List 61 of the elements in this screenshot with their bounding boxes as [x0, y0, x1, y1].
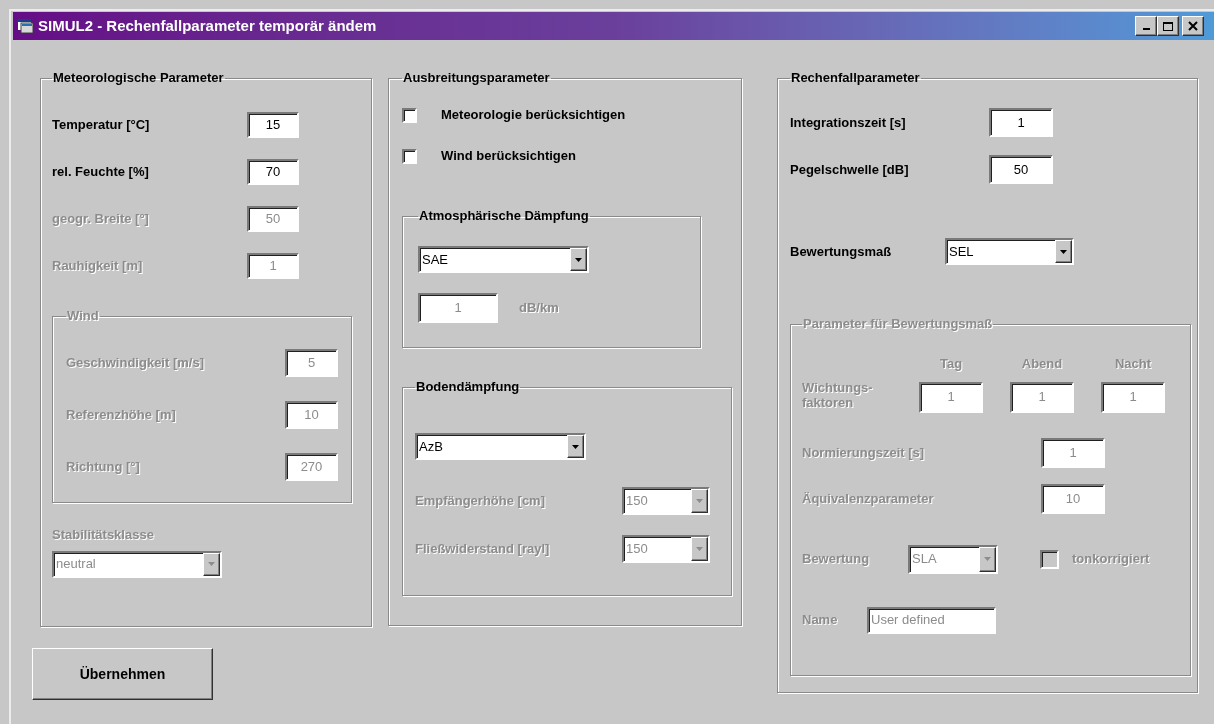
maximize-button[interactable] [1157, 16, 1179, 36]
window-title: SIMUL2 - Rechenfallparameter temporär ändem [38, 15, 377, 36]
close-button[interactable] [1182, 16, 1204, 36]
column-header: Nacht [1114, 355, 1152, 373]
minimize-button[interactable] [1135, 16, 1157, 36]
field-label: Geschwindigkeit [m/s] [66, 354, 205, 373]
checkbox[interactable] [402, 107, 417, 123]
group-title: Parameter für Bewertungsmaß [802, 316, 994, 332]
field-label: Pegelschwelle [dB] [790, 160, 910, 179]
group-title: Bodendämpfung [415, 379, 521, 395]
input-field[interactable]: 1 [989, 108, 1053, 137]
app-icon [18, 19, 33, 33]
dropdown[interactable]: SAE [418, 246, 589, 273]
field-label: Name [802, 611, 839, 630]
input-field[interactable]: 15 [247, 112, 299, 138]
checkbox[interactable] [402, 148, 417, 164]
field-label: Normierungszeit [s] [802, 443, 926, 462]
field-label: Äquivalenzparameter [802, 489, 935, 508]
caret-icon [696, 547, 703, 551]
field-label: Referenzhöhe [m] [66, 406, 177, 425]
group-title: Ausbreitungsparameter [402, 70, 551, 86]
group-title: Atmosphärische Dämpfung [418, 208, 590, 224]
field-label: Fließwiderstand [rayl] [415, 540, 551, 559]
field-label: Rauhigkeit [m] [52, 257, 144, 276]
checkbox-label: Meteorologie berücksichtigen [441, 106, 626, 125]
field-label: Stabilitätsklasse [52, 526, 154, 544]
apply-button[interactable]: Übernehmen [32, 648, 213, 700]
field-label: geogr. Breite [°] [52, 210, 150, 229]
caret-icon [208, 562, 215, 566]
field-label: Bewertung [802, 550, 871, 569]
caret-icon [1060, 249, 1067, 254]
caret-icon [696, 499, 703, 503]
checkbox-label: tonkorrigiert [1072, 550, 1150, 569]
input-field[interactable]: 50 [989, 155, 1053, 184]
dropdown[interactable]: SEL [945, 238, 1074, 265]
field-label: Richtung [°] [66, 458, 141, 477]
column-header: Abend [1021, 355, 1063, 373]
caret-icon [575, 257, 582, 262]
group-title: Meteorologische Parameter [52, 70, 225, 86]
dropdown-button[interactable] [979, 546, 996, 572]
column-header: Tag [939, 355, 963, 373]
caret-icon [984, 557, 991, 561]
dropdown-button[interactable] [567, 435, 584, 458]
dropdown-button[interactable] [1055, 240, 1072, 263]
dropdown-button[interactable] [570, 248, 587, 271]
minimize-icon [1142, 28, 1150, 30]
group-title: Rechenfallparameter [790, 70, 921, 86]
maximize-icon [1163, 21, 1173, 31]
dropdown[interactable]: AzB [415, 433, 586, 460]
unit-label: dB/km [519, 299, 559, 318]
group-title: Wind [66, 308, 100, 324]
checkbox-label: Wind berücksichtigen [441, 147, 576, 166]
field-label: rel. Feuchte [%] [52, 163, 150, 182]
close-icon [1188, 21, 1198, 31]
field-label: Wichtungs- faktoren [802, 379, 874, 410]
field-label: Bewertungsmaß [790, 242, 893, 261]
field-label: Integrationszeit [s] [790, 113, 907, 132]
field-label: Temperatur [°C] [52, 116, 151, 135]
field-label: Empfängerhöhe [cm] [415, 492, 546, 511]
caret-icon [572, 444, 579, 449]
input-field[interactable]: 70 [247, 159, 299, 185]
